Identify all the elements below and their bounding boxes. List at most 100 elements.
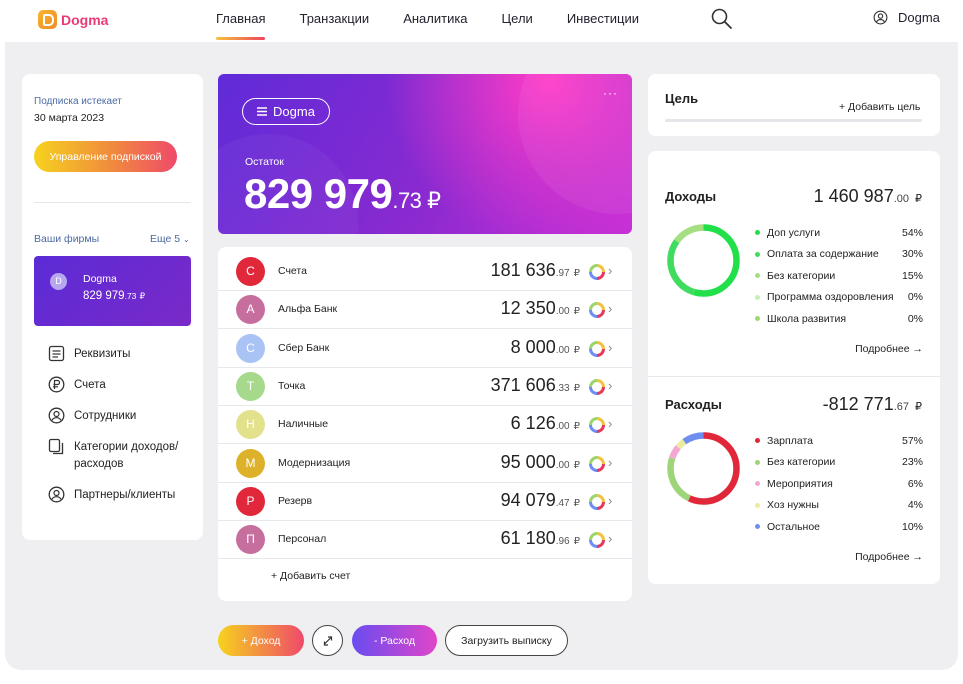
- account-chart-icon[interactable]: [589, 493, 605, 510]
- side-item-partners[interactable]: Партнеры/клиенты: [48, 486, 184, 504]
- account-chart-icon[interactable]: [589, 302, 605, 319]
- income-more-link[interactable]: Подробнее →: [855, 343, 923, 355]
- legend-dot: [755, 273, 760, 279]
- legend-percent: 57%: [901, 434, 923, 447]
- legend-percent: 54%: [901, 226, 923, 239]
- income-total-int: 1 460 987: [813, 186, 894, 206]
- more-dots-icon[interactable]: ···: [603, 86, 618, 100]
- account-amount-dec: .00: [555, 421, 570, 433]
- account-amount-dec: .00: [555, 306, 570, 318]
- account-row[interactable]: Р Резерв 94 079.47 ₽ ›: [218, 483, 632, 521]
- company-switcher-label: Dogma: [273, 104, 315, 119]
- account-amount-dec: .00: [555, 459, 570, 471]
- account-avatar: Н: [236, 410, 265, 440]
- firms-more-link[interactable]: Еще 5 ⌄: [150, 233, 190, 245]
- account-amount: 95 000.00 ₽: [501, 452, 580, 473]
- nav-analytics[interactable]: Аналитика: [403, 0, 467, 40]
- income-legend: Доп услуги 54% Оплата за содержание 30% Без …: [755, 222, 923, 330]
- legend-item: Школа развития 0%: [755, 308, 923, 330]
- goal-title: Цель: [665, 91, 699, 106]
- chevron-down-icon: ⌄: [183, 235, 190, 244]
- balance-int: 829 979: [244, 170, 393, 217]
- account-currency: ₽: [573, 421, 580, 433]
- chevron-right-icon[interactable]: ›: [608, 416, 612, 431]
- account-chart-icon[interactable]: [589, 340, 605, 357]
- account-chart-icon[interactable]: [589, 455, 605, 472]
- account-amount-int: 6 126: [510, 413, 556, 434]
- side-item-categories[interactable]: Категории доходов/расходов: [48, 438, 184, 473]
- side-item-accounts[interactable]: Счета: [48, 376, 184, 394]
- legend-percent: 4%: [907, 499, 923, 512]
- logo[interactable]: Dogma: [38, 10, 108, 29]
- account-amount: 371 606.33 ₽: [491, 375, 580, 396]
- account-avatar: Т: [236, 371, 265, 401]
- account-chart-icon[interactable]: [589, 264, 605, 280]
- legend-label: Без категории: [767, 456, 836, 469]
- nav-home[interactable]: Главная: [216, 0, 266, 40]
- legend-percent: 15%: [901, 269, 923, 282]
- document-icon: [48, 345, 65, 362]
- account-row[interactable]: А Альфа Банк 12 350.00 ₽ ›: [218, 291, 632, 330]
- legend-label: Остальное: [767, 520, 821, 533]
- menu-icon: [257, 107, 268, 116]
- chevron-right-icon[interactable]: ›: [608, 263, 612, 278]
- account-row[interactable]: Т Точка 371 606.33 ₽ ›: [218, 368, 632, 406]
- account-row[interactable]: Н Наличные 6 126.00 ₽ ›: [218, 406, 632, 445]
- expenses-more-link[interactable]: Подробнее →: [855, 551, 923, 563]
- account-name: Резерв: [278, 494, 313, 507]
- subscription-date: 30 марта 2023: [34, 112, 105, 124]
- nav-transactions[interactable]: Транзакции: [299, 0, 369, 40]
- account-chart-icon[interactable]: [589, 417, 605, 434]
- chevron-right-icon[interactable]: ›: [608, 531, 612, 546]
- company-switcher[interactable]: Dogma: [242, 98, 330, 125]
- chevron-right-icon[interactable]: ›: [608, 378, 612, 393]
- legend-item: Без категории 23%: [755, 452, 923, 474]
- legend-percent: 23%: [901, 456, 923, 469]
- account-row[interactable]: П Персонал 61 180.96 ₽ ›: [218, 521, 632, 560]
- chevron-right-icon[interactable]: ›: [608, 493, 612, 508]
- account-chart-icon[interactable]: [589, 378, 605, 395]
- subscription-label: Подписка истекает: [34, 96, 122, 107]
- add-income-button[interactable]: + Доход: [218, 625, 304, 656]
- account-amount: 8 000.00 ₽: [511, 337, 580, 358]
- goal-progress-bar: [665, 119, 922, 122]
- side-item-requisites[interactable]: Реквизиты: [48, 345, 184, 363]
- user-name: Dogma: [898, 10, 940, 25]
- search-button[interactable]: [710, 7, 734, 31]
- account-row[interactable]: С Сбер Банк 8 000.00 ₽ ›: [218, 330, 632, 368]
- expenses-title: Расходы: [665, 397, 722, 412]
- legend-dot: [755, 502, 760, 508]
- add-account-button[interactable]: + Добавить счет: [271, 570, 350, 582]
- chevron-right-icon[interactable]: ›: [608, 455, 612, 470]
- copy-icon: [48, 438, 64, 455]
- user-icon: [873, 10, 888, 25]
- firm-card[interactable]: D Dogma 829 979.73 ₽: [34, 256, 191, 326]
- firm-amount: 829 979.73 ₽: [83, 290, 145, 302]
- legend-label: Программа оздоровления: [767, 291, 894, 304]
- expenses-total: -812 771.67 ₽: [823, 394, 922, 415]
- add-expense-button[interactable]: - Расход: [352, 625, 437, 656]
- account-chart-icon[interactable]: [589, 532, 605, 549]
- chevron-right-icon[interactable]: ›: [608, 301, 612, 316]
- legend-label: Хоз нужны: [767, 499, 819, 512]
- side-item-label: Партнеры/клиенты: [74, 489, 176, 501]
- account-avatar: А: [236, 295, 265, 325]
- account-amount-int: 8 000: [510, 336, 556, 357]
- legend-percent: 10%: [901, 520, 923, 533]
- chevron-right-icon[interactable]: ›: [608, 340, 612, 355]
- account-row[interactable]: М Модернизация 95 000.00 ₽ ›: [218, 445, 632, 483]
- account-amount: 6 126.00 ₽: [511, 413, 580, 434]
- side-item-employees[interactable]: Сотрудники: [48, 407, 184, 425]
- transfer-button[interactable]: [312, 625, 343, 656]
- legend-item: Остальное 10%: [755, 516, 923, 538]
- legend-label: Доп услуги: [767, 226, 821, 239]
- upload-statement-button[interactable]: Загрузить выписку: [445, 625, 568, 656]
- user-menu[interactable]: Dogma: [873, 10, 940, 25]
- account-row[interactable]: С Счета 181 636.97 ₽ ›: [218, 253, 632, 291]
- top-header: Dogma Главная Транзакции Аналитика Цели …: [0, 0, 963, 40]
- nav-investments[interactable]: Инвестиции: [567, 0, 639, 40]
- manage-subscription-button[interactable]: Управление подпиской: [34, 141, 177, 172]
- add-goal-button[interactable]: + Добавить цель: [839, 101, 920, 113]
- nav-goals[interactable]: Цели: [502, 0, 533, 40]
- account-amount-int: 95 000: [500, 451, 556, 472]
